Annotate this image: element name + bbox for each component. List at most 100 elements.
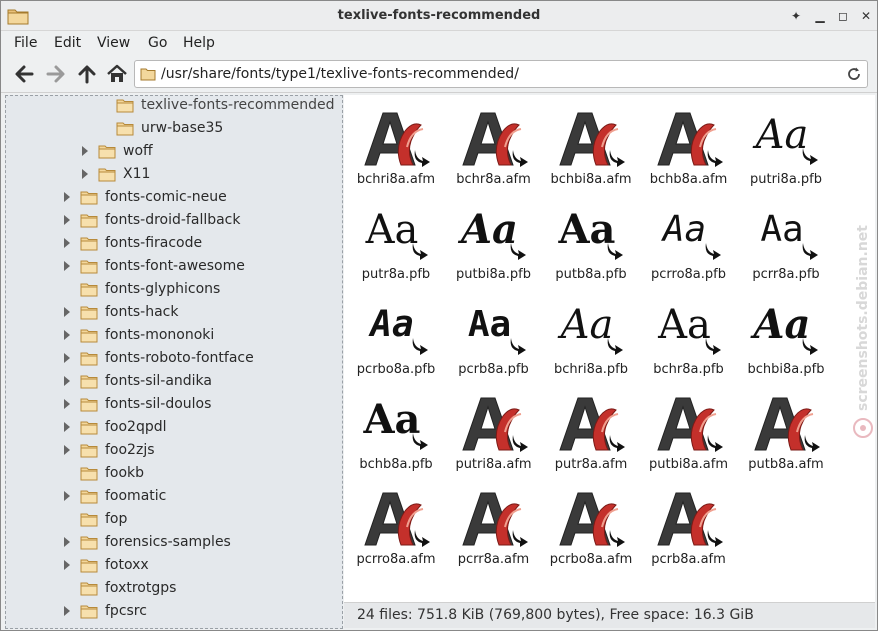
address-path[interactable]: /usr/share/fonts/type1/texlive-fonts-rec… bbox=[161, 66, 519, 82]
file-item[interactable]: bchb8a.afm bbox=[641, 99, 737, 194]
reload-icon[interactable] bbox=[846, 66, 862, 82]
icon-view[interactable]: bchri8a.afm bchr8a.afm bchbi8a.afm bchb8a.a… bbox=[344, 95, 875, 602]
file-item[interactable]: pcrr8a.afm bbox=[446, 479, 542, 574]
tree-item[interactable]: fonts-font-awesome bbox=[6, 255, 342, 278]
tree-item[interactable]: fonts-droid-fallback bbox=[6, 209, 342, 232]
minimize-button[interactable]: ▁ bbox=[811, 7, 829, 25]
tree-item[interactable]: foo2zjs bbox=[6, 439, 342, 462]
file-item[interactable]: Aa putb8a.pfb bbox=[543, 194, 639, 289]
file-item[interactable]: Aa bchri8a.pfb bbox=[543, 289, 639, 384]
folder-icon bbox=[116, 122, 134, 136]
expander-arrow-icon[interactable] bbox=[62, 352, 72, 364]
folder-tree[interactable]: texlive-fonts-recommended urw-base35 woff X… bbox=[5, 95, 343, 629]
tree-item[interactable]: foo2qpdl bbox=[6, 416, 342, 439]
file-item[interactable]: Aa putr8a.pfb bbox=[348, 194, 444, 289]
file-name: pcrro8a.afm bbox=[356, 552, 436, 567]
title-bar[interactable]: texlive-fonts-recommended ✦ ▁ ◻ ✕ bbox=[1, 1, 877, 31]
file-item[interactable]: Aa bchb8a.pfb bbox=[348, 384, 444, 479]
expander-arrow-icon[interactable] bbox=[62, 444, 72, 456]
menu-view[interactable]: View bbox=[97, 35, 130, 51]
menu-help[interactable]: Help bbox=[183, 35, 215, 51]
file-item[interactable]: Aa putri8a.pfb bbox=[738, 99, 834, 194]
up-arrow-icon[interactable] bbox=[75, 62, 99, 86]
file-item[interactable]: pcrb8a.afm bbox=[641, 479, 737, 574]
tree-item-label: X11 bbox=[123, 166, 151, 182]
tree-item[interactable]: woff bbox=[6, 140, 342, 163]
file-item[interactable]: Aa pcrr8a.pfb bbox=[738, 194, 834, 289]
tree-item[interactable]: foomatic bbox=[6, 485, 342, 508]
afm-font-icon bbox=[459, 392, 529, 454]
tree-item[interactable]: fop bbox=[6, 508, 342, 531]
back-arrow-icon[interactable] bbox=[12, 62, 36, 86]
expander-arrow-icon[interactable] bbox=[62, 214, 72, 226]
tree-item[interactable]: fonts-roboto-fontface bbox=[6, 347, 342, 370]
tree-item[interactable]: fonts-glyphicons bbox=[6, 278, 342, 301]
folder-icon bbox=[80, 421, 98, 435]
tree-item[interactable]: X11 bbox=[6, 163, 342, 186]
expander-arrow-icon[interactable] bbox=[62, 191, 72, 203]
expander-arrow-icon[interactable] bbox=[80, 145, 90, 157]
file-name: bchb8a.afm bbox=[649, 172, 728, 187]
file-item[interactable]: pcrro8a.afm bbox=[348, 479, 444, 574]
tree-item[interactable]: urw-base35 bbox=[6, 117, 342, 140]
file-item[interactable]: Aa pcrbo8a.pfb bbox=[348, 289, 444, 384]
expander-arrow-icon[interactable] bbox=[62, 398, 72, 410]
menu-go[interactable]: Go bbox=[148, 35, 167, 51]
menu-file[interactable]: File bbox=[14, 35, 37, 51]
type1-font-icon: Aa bbox=[751, 107, 821, 169]
folder-icon bbox=[80, 536, 98, 550]
expander-arrow-icon[interactable] bbox=[62, 237, 72, 249]
tree-item-label: fonts-sil-andika bbox=[105, 373, 212, 389]
tree-item[interactable]: fpcsrc bbox=[6, 600, 342, 623]
link-arrow-icon bbox=[607, 338, 623, 355]
tree-item[interactable]: fonts-mononoki bbox=[6, 324, 342, 347]
home-icon[interactable] bbox=[105, 62, 129, 86]
file-item[interactable]: pcrbo8a.afm bbox=[543, 479, 639, 574]
file-item[interactable]: bchbi8a.afm bbox=[543, 99, 639, 194]
close-button[interactable]: ✕ bbox=[857, 7, 875, 25]
address-bar[interactable]: /usr/share/fonts/type1/texlive-fonts-rec… bbox=[134, 60, 868, 88]
tree-item[interactable]: fotoxx bbox=[6, 554, 342, 577]
tree-item[interactable]: fonts-sil-doulos bbox=[6, 393, 342, 416]
pin-icon[interactable]: ✦ bbox=[787, 7, 805, 25]
expander-arrow-icon[interactable] bbox=[62, 375, 72, 387]
maximize-button[interactable]: ◻ bbox=[834, 7, 852, 25]
tree-item[interactable]: fonts-hack bbox=[6, 301, 342, 324]
link-arrow-icon bbox=[412, 243, 428, 260]
tree-item[interactable]: fonts-comic-neue bbox=[6, 186, 342, 209]
toolbar: /usr/share/fonts/type1/texlive-fonts-rec… bbox=[1, 55, 877, 93]
tree-item[interactable]: fookb bbox=[6, 462, 342, 485]
expander-arrow-icon[interactable] bbox=[62, 559, 72, 571]
expander-arrow-icon[interactable] bbox=[62, 306, 72, 318]
file-item[interactable]: putb8a.afm bbox=[738, 384, 834, 479]
tree-item[interactable]: texlive-fonts-recommended bbox=[6, 96, 342, 117]
menu-edit[interactable]: Edit bbox=[54, 35, 81, 51]
tree-item[interactable]: foxtrotgps bbox=[6, 577, 342, 600]
tree-item[interactable]: forensics-samples bbox=[6, 531, 342, 554]
file-item[interactable]: Aa pcrb8a.pfb bbox=[446, 289, 542, 384]
expander-arrow-icon[interactable] bbox=[62, 421, 72, 433]
file-item[interactable]: putri8a.afm bbox=[446, 384, 542, 479]
file-item[interactable]: bchri8a.afm bbox=[348, 99, 444, 194]
expander-arrow-icon[interactable] bbox=[62, 536, 72, 548]
file-item[interactable]: bchr8a.afm bbox=[446, 99, 542, 194]
file-item[interactable]: putr8a.afm bbox=[543, 384, 639, 479]
file-item[interactable]: Aa putbi8a.pfb bbox=[446, 194, 542, 289]
expander-arrow-icon[interactable] bbox=[62, 329, 72, 341]
file-item[interactable]: putbi8a.afm bbox=[641, 384, 737, 479]
expander-arrow-icon[interactable] bbox=[62, 490, 72, 502]
file-item[interactable]: Aa pcrro8a.pfb bbox=[641, 194, 737, 289]
file-item[interactable]: Aa bchbi8a.pfb bbox=[738, 289, 834, 384]
type1-font-icon: Aa bbox=[751, 202, 821, 264]
file-name: bchri8a.afm bbox=[356, 172, 436, 187]
file-item[interactable]: Aa bchr8a.pfb bbox=[641, 289, 737, 384]
tree-item[interactable]: fonts-sil-andika bbox=[6, 370, 342, 393]
tree-item[interactable]: fonts-firacode bbox=[6, 232, 342, 255]
folder-icon bbox=[80, 237, 98, 251]
expander-arrow-icon[interactable] bbox=[62, 605, 72, 617]
expander-arrow-icon[interactable] bbox=[80, 168, 90, 180]
tree-item-label: fonts-glyphicons bbox=[105, 281, 221, 297]
expander-arrow-icon[interactable] bbox=[62, 260, 72, 272]
folder-icon bbox=[80, 306, 98, 320]
forward-arrow-icon[interactable] bbox=[44, 62, 68, 86]
